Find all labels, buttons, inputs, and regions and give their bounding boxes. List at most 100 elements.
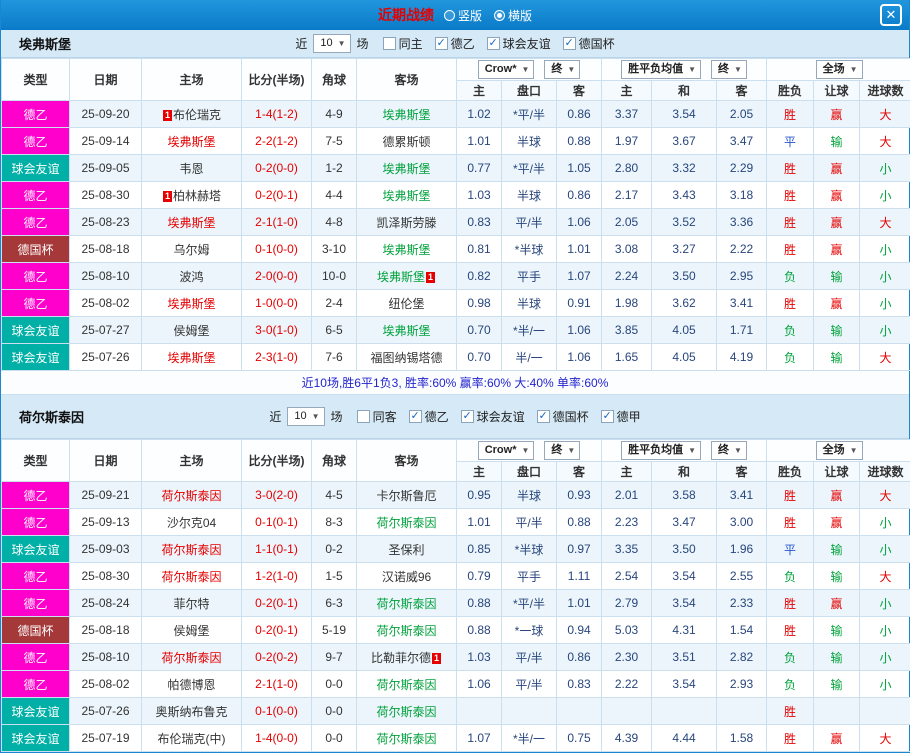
avg-select[interactable]: 胜平负均值 ▼ xyxy=(621,441,702,460)
score-cell[interactable]: 0-2(0-1) xyxy=(241,181,312,209)
away-team-cell[interactable]: 德累斯顿 xyxy=(356,127,457,155)
away-team-cell[interactable]: 荷尔斯泰因 xyxy=(356,724,457,752)
match-date: 25-07-27 xyxy=(69,316,142,344)
recent-count-select[interactable]: 10 ▼ xyxy=(313,34,351,53)
wdl-result: 平 xyxy=(766,535,815,563)
home-team-cell[interactable]: 波鸿 xyxy=(141,262,242,290)
score-cell[interactable]: 0-2(0-1) xyxy=(241,616,312,644)
away-team-cell[interactable]: 汉诺威96 xyxy=(356,562,457,590)
score-cell[interactable]: 2-3(1-0) xyxy=(241,343,312,371)
away-team-cell[interactable]: 埃弗斯堡 xyxy=(356,316,457,344)
odds-company-select[interactable]: Crow* ▼ xyxy=(477,60,535,79)
away-team-cell[interactable]: 比勒菲尔德 1 xyxy=(356,643,457,671)
filter-checkbox[interactable]: ✓ 球会友谊 xyxy=(486,35,551,52)
home-team-cell[interactable]: 1 布伦瑞克 xyxy=(141,100,242,128)
filter-checkbox[interactable]: ✓ 德国杯 xyxy=(536,408,589,425)
home-team-cell[interactable]: 荷尔斯泰因 xyxy=(141,562,242,590)
home-team-cell[interactable]: 奥斯纳布鲁克 xyxy=(141,697,242,725)
score-cell[interactable]: 0-1(0-1) xyxy=(241,508,312,536)
score-cell[interactable]: 1-4(0-0) xyxy=(241,724,312,752)
home-team-cell[interactable]: 埃弗斯堡 xyxy=(141,343,242,371)
score-cell[interactable]: 3-0(2-0) xyxy=(241,481,312,509)
home-team-cell[interactable]: 侯姆堡 xyxy=(141,616,242,644)
checkbox-label: 球会友谊 xyxy=(476,410,525,424)
handicap-result: 输 xyxy=(813,127,861,155)
home-team-cell[interactable]: 布伦瑞克(中) xyxy=(141,724,242,752)
home-team-cell[interactable]: 荷尔斯泰因 xyxy=(141,643,242,671)
home-team-cell[interactable]: 菲尔特 xyxy=(141,589,242,617)
avg-select[interactable]: 胜平负均值 ▼ xyxy=(621,60,702,79)
avg-away: 1.71 xyxy=(716,316,768,344)
score-cell[interactable]: 1-1(0-1) xyxy=(241,535,312,563)
filter-checkbox[interactable]: ✓ 德乙 xyxy=(434,35,475,52)
away-team-cell[interactable]: 荷尔斯泰因 xyxy=(356,670,457,698)
home-team-cell[interactable]: 韦恩 xyxy=(141,154,242,182)
home-team-cell[interactable]: 荷尔斯泰因 xyxy=(141,535,242,563)
layout-radio[interactable]: 横版 xyxy=(494,7,532,24)
filter-checkbox[interactable]: ✓ 德乙 xyxy=(408,408,449,425)
home-odds: 1.02 xyxy=(456,100,502,128)
score-cell[interactable]: 1-4(1-2) xyxy=(241,100,312,128)
match-row: 德乙 25-09-14 埃弗斯堡 2-2(1-2) 7-5 德累斯顿 1.01 … xyxy=(1,127,910,155)
home-odds: 0.81 xyxy=(456,235,502,263)
avg-final-select[interactable]: 终 ▼ xyxy=(711,60,747,79)
score-cell[interactable]: 0-1(0-0) xyxy=(241,697,312,725)
match-date: 25-08-02 xyxy=(69,670,142,698)
score-cell[interactable]: 0-1(0-0) xyxy=(241,235,312,263)
home-team-cell[interactable]: 乌尔姆 xyxy=(141,235,242,263)
home-team-cell[interactable]: 埃弗斯堡 xyxy=(141,289,242,317)
score-cell[interactable]: 2-1(1-0) xyxy=(241,208,312,236)
home-team-cell[interactable]: 沙尔克04 xyxy=(141,508,242,536)
score-cell[interactable]: 3-0(1-0) xyxy=(241,316,312,344)
odds-final-select[interactable]: 终 ▼ xyxy=(544,60,581,79)
home-team-cell[interactable]: 荷尔斯泰因 xyxy=(141,481,242,509)
away-team-cell[interactable]: 荷尔斯泰因 xyxy=(356,616,457,644)
score-cell[interactable]: 1-2(1-0) xyxy=(241,562,312,590)
score-cell[interactable]: 2-2(1-2) xyxy=(241,127,312,155)
home-team-cell[interactable]: 埃弗斯堡 xyxy=(141,127,242,155)
odds-company-select[interactable]: Crow* ▼ xyxy=(477,441,535,460)
away-team-cell[interactable]: 埃弗斯堡 xyxy=(356,100,457,128)
away-team-cell[interactable]: 荷尔斯泰因 xyxy=(356,589,457,617)
home-team-cell[interactable]: 埃弗斯堡 xyxy=(141,208,242,236)
away-team-cell[interactable]: 凯泽斯劳滕 xyxy=(356,208,457,236)
score-cell[interactable]: 0-2(0-0) xyxy=(241,154,312,182)
filter-checkbox[interactable]: ✓ 德甲 xyxy=(600,408,641,425)
fulltime-select[interactable]: 全场 ▼ xyxy=(815,441,863,460)
sub-handicap: 盘口 xyxy=(501,461,557,482)
score-cell[interactable]: 2-1(1-0) xyxy=(241,670,312,698)
layout-radio[interactable]: 竖版 xyxy=(443,7,482,24)
sub-avg-home: 主 xyxy=(601,80,653,101)
fulltime-select[interactable]: 全场 ▼ xyxy=(815,60,863,79)
away-team-cell[interactable]: 纽伦堡 xyxy=(356,289,457,317)
score-cell[interactable]: 0-2(0-2) xyxy=(241,643,312,671)
away-team-cell[interactable]: 埃弗斯堡 xyxy=(356,154,457,182)
away-team-cell[interactable]: 荷尔斯泰因 xyxy=(356,508,457,536)
away-team-name: 荷尔斯泰因 xyxy=(376,623,437,638)
home-team-cell[interactable]: 帕德博恩 xyxy=(141,670,242,698)
away-team-cell[interactable]: 荷尔斯泰因 xyxy=(356,697,457,725)
away-team-cell[interactable]: 福图纳锡塔德 xyxy=(356,343,457,371)
away-team-cell[interactable]: 埃弗斯堡 1 xyxy=(356,262,457,290)
away-team-cell[interactable]: 圣保利 xyxy=(356,535,457,563)
filter-checkbox[interactable]: 同客 xyxy=(356,408,397,425)
away-team-cell[interactable]: 埃弗斯堡 xyxy=(356,235,457,263)
home-team-cell[interactable]: 侯姆堡 xyxy=(141,316,242,344)
odds-final-select[interactable]: 终 ▼ xyxy=(544,441,581,460)
sub-handicap-result: 让球 xyxy=(813,461,861,482)
score-cell[interactable]: 2-0(0-0) xyxy=(241,262,312,290)
filter-checkbox[interactable]: ✓ 德国杯 xyxy=(562,35,615,52)
score-cell[interactable]: 1-0(0-0) xyxy=(241,289,312,317)
recent-count-select[interactable]: 10 ▼ xyxy=(287,407,325,426)
filters: 近 10 ▼ 场 同客 ✓ 德乙 ✓ 球会友谊 ✓ 德国杯 ✓ 德甲 xyxy=(269,407,641,426)
filter-checkbox[interactable]: 同主 xyxy=(382,35,423,52)
away-team-cell[interactable]: 卡尔斯鲁厄 xyxy=(356,481,457,509)
close-icon[interactable]: ✕ xyxy=(880,4,902,26)
avg-final-select[interactable]: 终 ▼ xyxy=(711,441,747,460)
home-team-cell[interactable]: 1 柏林赫塔 xyxy=(141,181,242,209)
wdl-result: 负 xyxy=(766,316,815,344)
match-row: 球会友谊 25-07-26 埃弗斯堡 2-3(1-0) 7-6 福图纳锡塔德 0… xyxy=(1,343,910,371)
filter-checkbox[interactable]: ✓ 球会友谊 xyxy=(460,408,525,425)
score-cell[interactable]: 0-2(0-1) xyxy=(241,589,312,617)
away-team-cell[interactable]: 埃弗斯堡 xyxy=(356,181,457,209)
